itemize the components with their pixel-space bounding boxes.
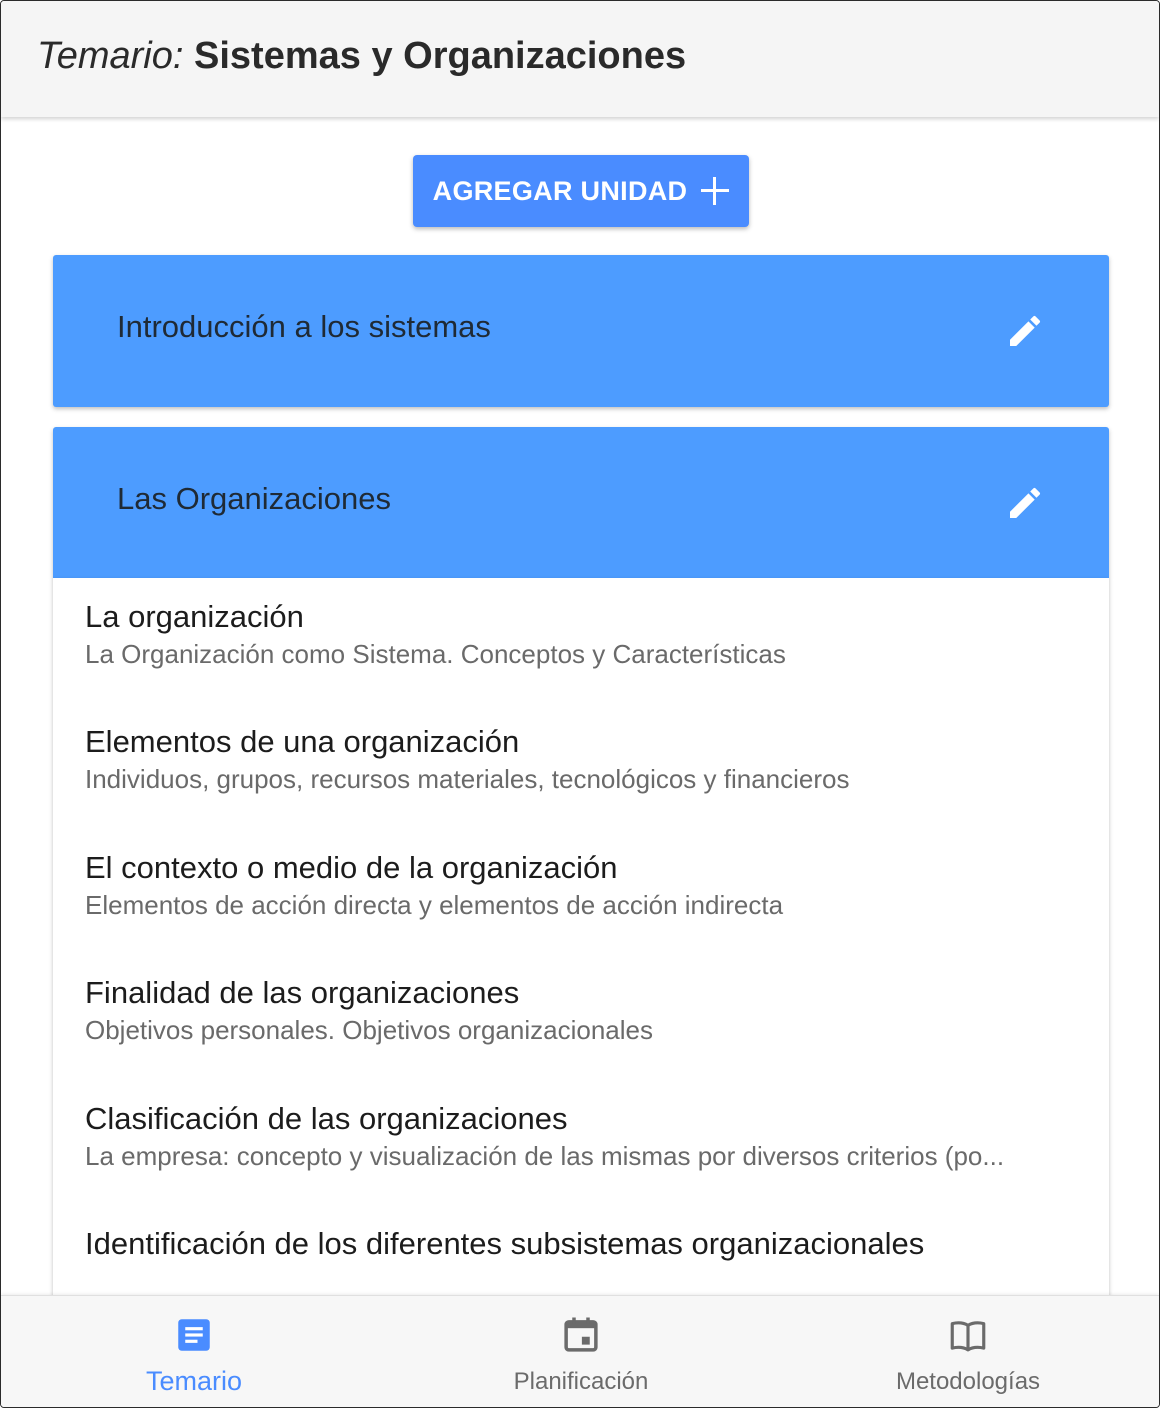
add-unit-button-label: AGREGAR UNIDAD (432, 175, 688, 206)
plus-icon (701, 177, 730, 205)
list-item[interactable]: Elementos de una organización Individuos… (85, 723, 1085, 795)
unit-card-introduccion[interactable]: Introducción a los sistemas (53, 255, 1109, 407)
nav-item-metodologias[interactable]: Metodologías (775, 1296, 1159, 1407)
list-item[interactable]: La organización La Organización como Sis… (85, 598, 1085, 670)
topic-subtitle: La empresa: concepto y visualización de … (85, 1141, 1005, 1171)
pencil-icon[interactable] (1005, 311, 1045, 351)
page-title-prefix: Temario: (37, 35, 184, 77)
topic-subtitle: Individuos, grupos, recursos materiales,… (85, 764, 850, 794)
topic-title: Finalidad de las organizaciones (85, 975, 520, 1010)
topic-title: Identificación de los diferentes subsist… (85, 1226, 925, 1261)
nav-label: Planificación (513, 1368, 649, 1395)
calendar-icon (564, 1317, 598, 1352)
app-window: Temario: Sistemas y Organizaciones AGREG… (0, 0, 1160, 1408)
nav-label: Temario (145, 1366, 243, 1396)
nav-item-planificacion[interactable]: Planificación (388, 1296, 774, 1407)
list-item[interactable]: El contexto o medio de la organización E… (85, 849, 1085, 921)
topic-title: La organización (85, 599, 304, 634)
topic-subtitle: Elementos de acción directa y elementos … (85, 890, 784, 920)
document-icon (178, 1319, 210, 1351)
book-icon (950, 1321, 986, 1352)
page-title-name: Sistemas y Organizaciones (194, 35, 687, 77)
list-item[interactable]: Clasificación de las organizaciones La e… (85, 1100, 1085, 1172)
unit-title: Introducción a los sistemas (117, 309, 491, 344)
unit-card-organizaciones[interactable]: Las Organizaciones (53, 427, 1109, 578)
bottom-navigation: Temario Planificación Metodologías (1, 1295, 1159, 1407)
topic-subtitle: Objetivos personales. Objetivos organiza… (85, 1015, 653, 1045)
list-item[interactable]: Finalidad de las organizaciones Objetivo… (85, 974, 1085, 1046)
pencil-icon[interactable] (1005, 483, 1045, 523)
topic-title: Clasificación de las organizaciones (85, 1101, 568, 1136)
list-item[interactable]: Identificación de los diferentes subsist… (85, 1225, 1085, 1265)
nav-label: Metodologías (895, 1368, 1041, 1395)
topic-title: Elementos de una organización (85, 724, 520, 759)
topic-list: La organización La Organización como Sis… (53, 578, 1109, 1338)
add-unit-button[interactable]: AGREGAR UNIDAD (413, 155, 749, 227)
app-bar: Temario: Sistemas y Organizaciones (1, 1, 1159, 117)
page-title: Temario: Sistemas y Organizaciones (37, 35, 686, 78)
nav-item-temario[interactable]: Temario (1, 1296, 387, 1407)
topic-subtitle: La Organización como Sistema. Conceptos … (85, 639, 786, 669)
topic-title: El contexto o medio de la organización (85, 850, 618, 885)
unit-title: Las Organizaciones (117, 481, 391, 516)
